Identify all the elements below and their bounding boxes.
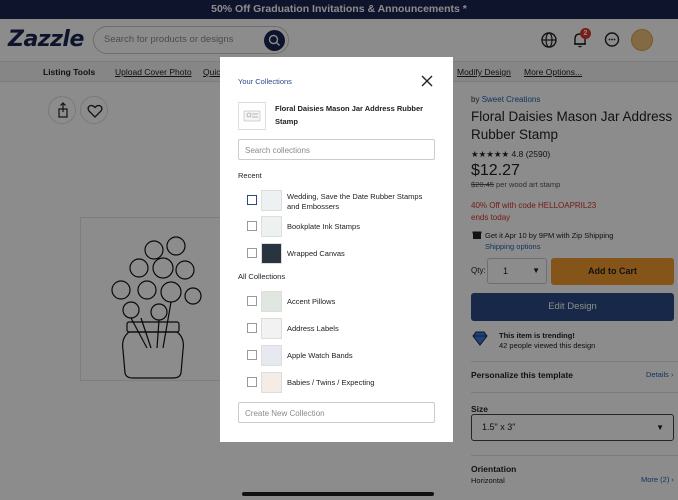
item-title: Floral Daisies Mason Jar Address Rubber … <box>275 104 424 126</box>
collection-checkbox[interactable] <box>247 248 257 258</box>
collection-thumbnail <box>261 216 282 237</box>
collections-search-input[interactable]: Search collections <box>245 146 310 155</box>
collections-modal: Your Collections Floral Daisies Mason Ja… <box>220 57 453 442</box>
collection-checkbox[interactable] <box>247 296 257 306</box>
collection-row[interactable]: Bookplate Ink Stamps <box>247 216 437 238</box>
collection-row[interactable]: Wedding, Save the Date Rubber Stamps and… <box>247 190 437 212</box>
collection-checkbox[interactable] <box>247 323 257 333</box>
collection-row[interactable]: Wrapped Canvas <box>247 243 437 265</box>
collection-label: Accent Pillows <box>287 297 336 306</box>
collection-checkbox[interactable] <box>247 377 257 387</box>
collection-thumbnail <box>261 372 282 393</box>
collection-row[interactable]: Accent Pillows <box>247 291 437 313</box>
home-indicator[interactable] <box>242 492 434 496</box>
collections-search[interactable]: Search collections <box>238 139 435 160</box>
collection-label: Address Labels <box>287 324 339 333</box>
recent-heading: Recent <box>238 171 262 180</box>
collection-label: Apple Watch Bands <box>287 351 353 360</box>
collection-row[interactable]: Apple Watch Bands <box>247 345 437 367</box>
close-icon[interactable] <box>420 74 434 88</box>
collection-label: Wedding, Save the Date Rubber Stamps and… <box>287 192 423 211</box>
collection-label: Wrapped Canvas <box>287 249 345 258</box>
collection-thumbnail <box>261 345 282 366</box>
collection-label: Babies / Twins / Expecting <box>287 378 375 387</box>
all-collections-heading: All Collections <box>238 272 286 281</box>
collection-checkbox[interactable] <box>247 195 257 205</box>
modal-title: Your Collections <box>238 77 292 86</box>
collection-row[interactable]: Address Labels <box>247 318 437 340</box>
collection-thumbnail <box>261 291 282 312</box>
collection-checkbox[interactable] <box>247 350 257 360</box>
item-thumbnail <box>238 102 266 130</box>
new-collection-input[interactable]: Create New Collection <box>245 409 325 418</box>
collection-thumbnail <box>261 190 282 211</box>
collection-checkbox[interactable] <box>247 221 257 231</box>
collection-thumbnail <box>261 243 282 264</box>
collection-row[interactable]: Babies / Twins / Expecting <box>247 372 437 394</box>
collection-thumbnail <box>261 318 282 339</box>
collection-label: Bookplate Ink Stamps <box>287 222 360 231</box>
new-collection-field[interactable]: Create New Collection <box>238 402 435 423</box>
stamp-thumbnail <box>243 110 261 122</box>
